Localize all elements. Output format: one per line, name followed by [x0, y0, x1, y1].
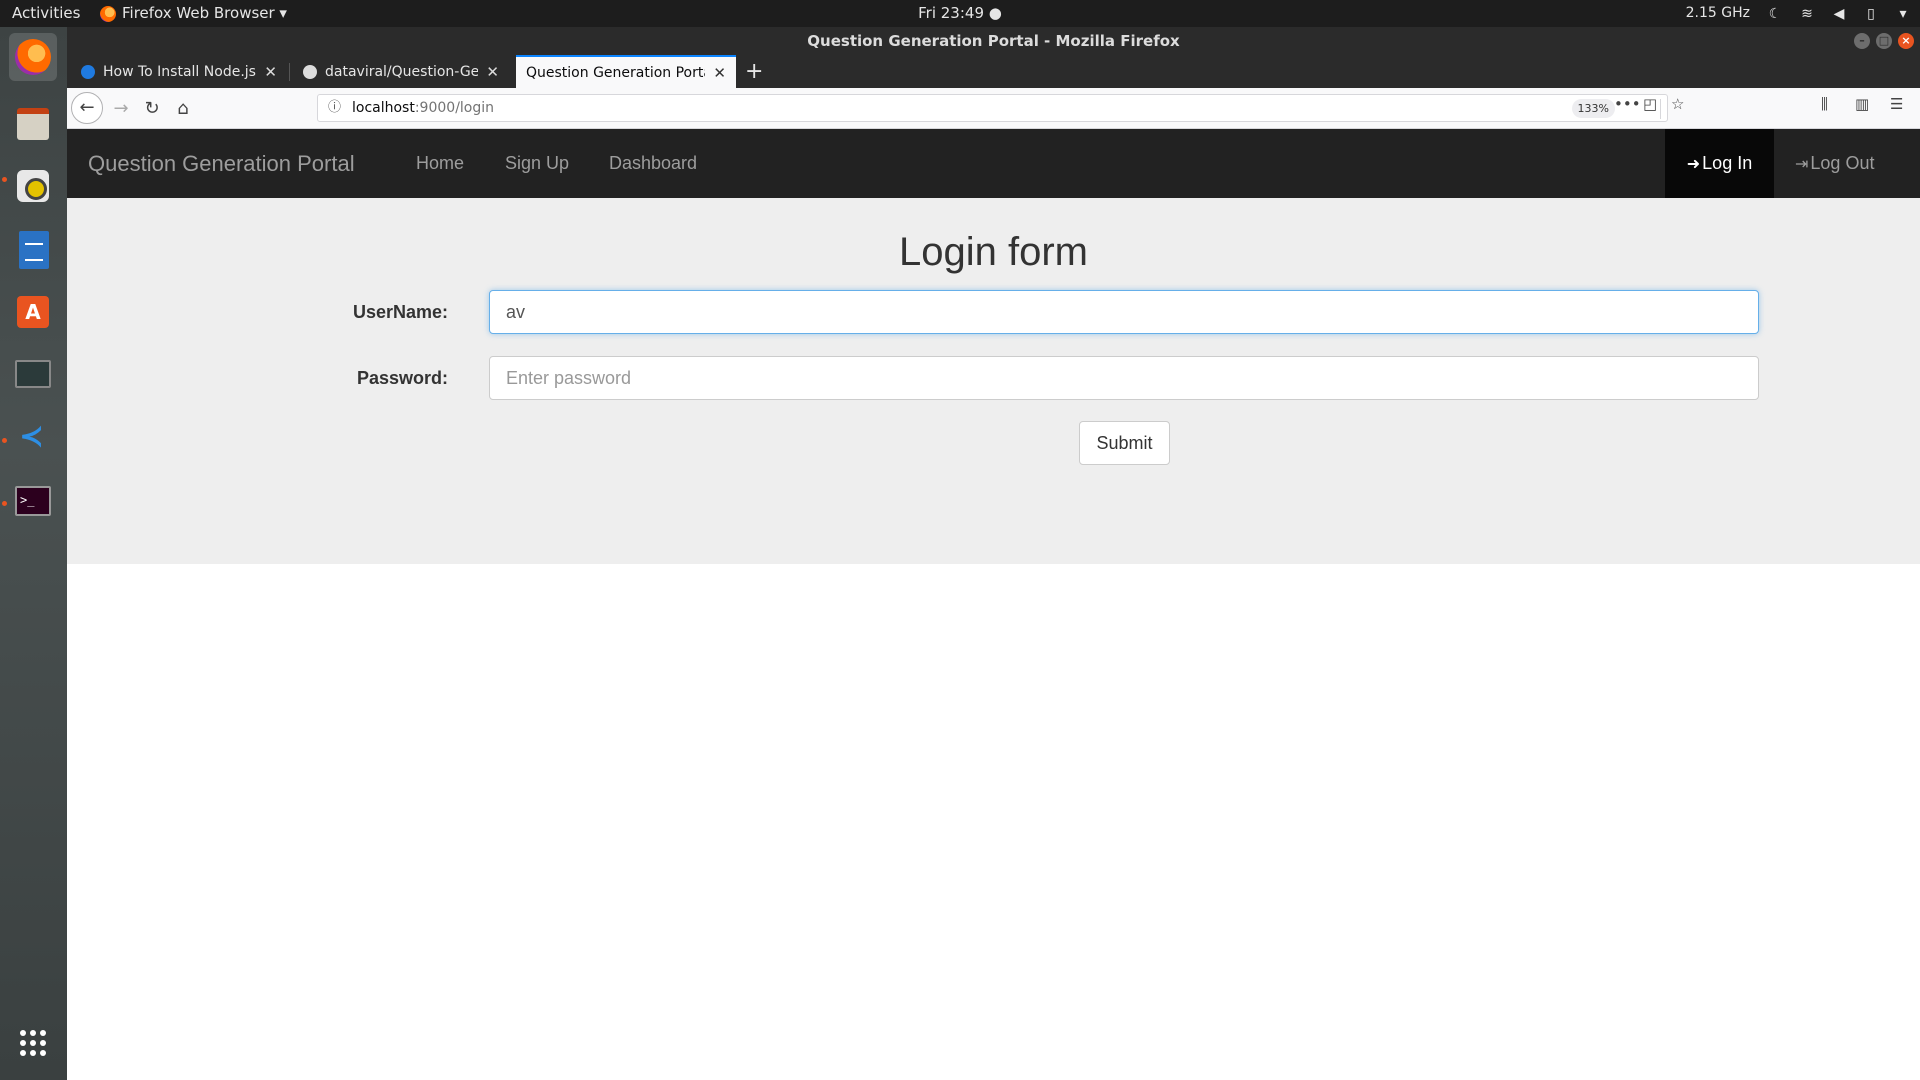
activities-button[interactable]: Activities — [12, 0, 80, 27]
web-page: Question Generation Portal Home Sign Up … — [67, 129, 1920, 1080]
nav-login-link[interactable]: ➜ Log In — [1665, 129, 1774, 198]
username-input[interactable] — [489, 290, 1759, 334]
info-icon[interactable]: ⓘ — [328, 95, 341, 121]
show-applications-button[interactable] — [9, 1019, 57, 1067]
minimize-button[interactable]: – — [1854, 33, 1870, 49]
page-title: Login form — [899, 230, 1088, 274]
url-bar[interactable]: ⓘ localhost:9000/login 133% — [317, 94, 1668, 122]
app-menu-label: Firefox Web Browser ▾ — [122, 4, 287, 22]
dock-vscode[interactable]: ≺ — [9, 413, 57, 461]
logout-icon: ⇥ — [1795, 156, 1809, 173]
maximize-button[interactable]: □ — [1876, 33, 1892, 49]
window-title: Question Generation Portal - Mozilla Fir… — [807, 32, 1180, 50]
dock-system-monitor[interactable] — [9, 350, 57, 398]
chevron-down-icon: ▾ — [1899, 5, 1907, 22]
terminal-icon: >_ — [15, 486, 51, 516]
tab-question-portal[interactable]: Question Generation Portal ✕ — [516, 55, 736, 88]
close-icon[interactable]: ✕ — [713, 64, 726, 82]
home-button[interactable]: ⌂ — [169, 95, 197, 123]
dock-libreoffice-writer[interactable] — [9, 225, 57, 273]
forward-button[interactable]: → — [107, 95, 135, 123]
divider — [1660, 99, 1661, 119]
nav-logout-label: Log Out — [1810, 153, 1875, 173]
tab-separator — [289, 63, 290, 81]
system-top-bar: Activities Firefox Web Browser ▾ Fri 23:… — [0, 0, 1920, 27]
battery-icon: ▯ — [1867, 5, 1875, 22]
nav-signup-link[interactable]: Sign Up — [505, 129, 569, 198]
volume-icon: ◀ — [1833, 5, 1845, 22]
url-text[interactable]: localhost:9000/login — [352, 95, 494, 121]
close-window-button[interactable]: × — [1898, 33, 1914, 49]
submit-button[interactable]: Submit — [1079, 421, 1170, 465]
library-icon[interactable]: ⫼ — [1821, 95, 1828, 113]
nav-dashboard-link[interactable]: Dashboard — [609, 129, 697, 198]
clock[interactable]: Fri 23:49 ● — [918, 4, 1002, 22]
nav-login-label: Log In — [1702, 153, 1753, 173]
writer-icon — [19, 231, 49, 269]
password-label: Password: — [356, 368, 448, 388]
dock-firefox[interactable] — [9, 33, 57, 81]
zoom-level-badge[interactable]: 133% — [1571, 99, 1615, 118]
url-path: :9000/login — [414, 100, 495, 116]
window-controls: – □ × — [1854, 33, 1914, 49]
dock-files[interactable] — [9, 100, 57, 148]
close-icon[interactable]: ✕ — [486, 63, 499, 81]
nav-toolbar: ← → ↻ ⌂ ⓘ localhost:9000/login 133% ••• … — [67, 88, 1920, 129]
running-indicator — [2, 177, 7, 182]
nav-home-link[interactable]: Home — [416, 129, 464, 198]
firefox-icon — [15, 39, 51, 75]
tab-strip: How To Install Node.js o ✕ dataviral/Que… — [67, 55, 1920, 88]
page-actions-icon[interactable]: ••• — [1614, 95, 1641, 113]
system-monitor-icon — [15, 360, 51, 388]
grid-icon — [20, 1030, 46, 1056]
github-icon — [303, 64, 317, 79]
running-indicator — [2, 501, 7, 506]
app-menu[interactable]: Firefox Web Browser ▾ — [100, 0, 287, 27]
tab-nodejs-install[interactable]: How To Install Node.js o ✕ — [71, 55, 287, 88]
cpu-frequency: 2.15 GHz — [1685, 5, 1750, 21]
site-navbar: Question Generation Portal Home Sign Up … — [67, 129, 1920, 198]
running-indicator — [2, 438, 7, 443]
dock-terminal[interactable]: >_ — [9, 476, 57, 524]
system-tray[interactable]: 2.15 GHz ☾ ≋ ◀ ▯ ▾ — [1686, 0, 1910, 27]
tab-title: dataviral/Question-Gene — [325, 63, 479, 80]
software-center-icon: A — [17, 296, 49, 328]
pocket-icon[interactable]: ◰ — [1643, 95, 1657, 113]
night-light-icon: ☾ — [1768, 5, 1782, 22]
sidebar-icon[interactable]: ▥ — [1855, 95, 1869, 113]
bookmark-star-icon[interactable]: ☆ — [1671, 95, 1684, 113]
url-host: localhost — [352, 100, 415, 116]
digitalocean-icon — [81, 64, 95, 79]
clock-container: Fri 23:49 ● — [0, 0, 1920, 27]
tab-title: How To Install Node.js o — [103, 63, 257, 80]
vscode-icon: ≺ — [19, 419, 45, 454]
firefox-icon — [100, 5, 116, 22]
hamburger-menu-icon[interactable]: ☰ — [1890, 95, 1903, 113]
password-input[interactable] — [489, 356, 1759, 400]
close-icon[interactable]: ✕ — [264, 63, 277, 81]
back-button[interactable]: ← — [71, 92, 103, 124]
wifi-icon: ≋ — [1801, 5, 1813, 22]
window-titlebar[interactable]: Question Generation Portal - Mozilla Fir… — [67, 27, 1920, 55]
new-tab-button[interactable]: + — [745, 55, 763, 88]
reload-button[interactable]: ↻ — [138, 95, 166, 123]
username-label: UserName: — [352, 302, 448, 322]
nav-logout-link[interactable]: ⇥ Log Out — [1795, 129, 1874, 199]
login-icon: ➜ — [1686, 156, 1701, 173]
tab-github-repo[interactable]: dataviral/Question-Gene ✕ — [293, 55, 509, 88]
login-panel: Login form UserName: Password: Submit — [67, 198, 1920, 564]
site-brand[interactable]: Question Generation Portal — [88, 129, 355, 198]
dock-ubuntu-software[interactable]: A — [9, 288, 57, 336]
dock: A ≺ >_ — [0, 27, 67, 1080]
dock-rhythmbox[interactable] — [9, 162, 57, 210]
files-icon — [17, 108, 49, 140]
tab-title: Question Generation Portal — [526, 64, 706, 81]
rhythmbox-icon — [17, 170, 49, 202]
